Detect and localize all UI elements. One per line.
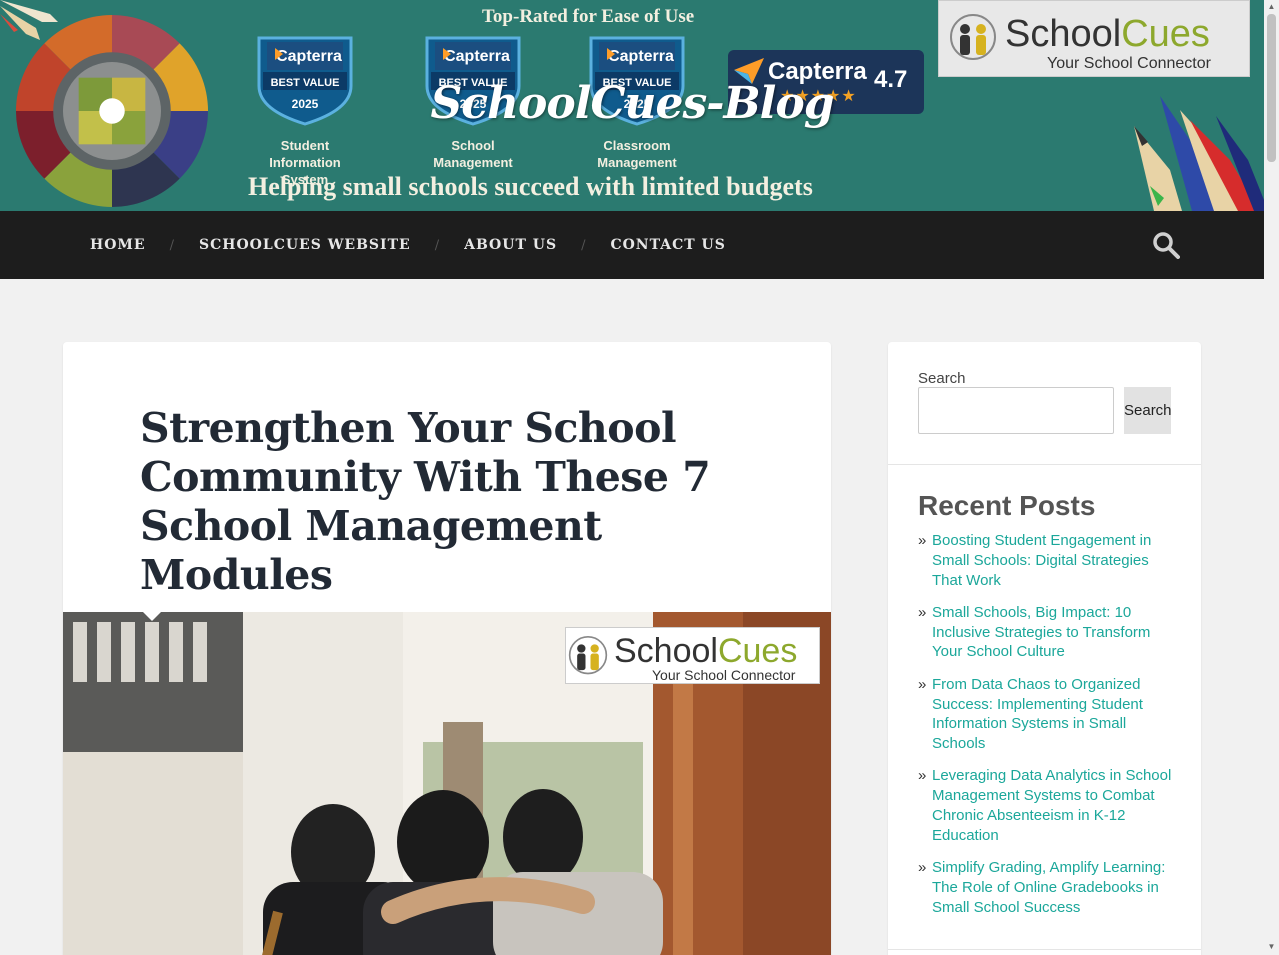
search-input[interactable] xyxy=(918,387,1114,434)
recent-post-link[interactable]: From Data Chaos to Organized Success: Im… xyxy=(918,675,1174,754)
recent-posts-heading: Recent Posts xyxy=(918,490,1096,521)
badge-brand: Capterra xyxy=(608,48,674,65)
article-card: Strengthen Your School Community With Th… xyxy=(63,342,831,955)
image-logo-brand: SchoolCues xyxy=(614,632,798,670)
article-featured-image[interactable]: SchoolCues Your School Connector xyxy=(63,612,831,955)
schoolcues-logo-icon xyxy=(950,14,996,60)
site-title[interactable]: SchoolCues-Blog xyxy=(0,78,1264,129)
nav-item-home[interactable]: HOME xyxy=(90,237,146,253)
recent-post-link[interactable]: Boosting Student Engagement in Small Sch… xyxy=(918,531,1174,590)
banner-tagline-bottom: Helping small schools succeed with limit… xyxy=(248,172,813,201)
search-icon[interactable] xyxy=(1152,231,1180,259)
schoolcues-logo-icon xyxy=(568,636,608,675)
sidebar-divider xyxy=(888,949,1201,950)
recent-post-link[interactable]: Small Schools, Big Impact: 10 Inclusive … xyxy=(918,603,1174,662)
scrollbar-thumb[interactable] xyxy=(1267,14,1276,162)
sidebar: Search Search Recent Posts Boosting Stud… xyxy=(888,342,1201,955)
badge-brand: Capterra xyxy=(276,48,342,65)
image-notch xyxy=(141,610,163,621)
logo-subtitle: Your School Connector xyxy=(1047,55,1211,72)
header-banner[interactable]: Top-Rated for Ease of Use Capterra BEST … xyxy=(0,0,1264,211)
badge-caption: Classroom Management xyxy=(597,138,677,170)
sidebar-divider xyxy=(888,464,1201,465)
nav-separator: / xyxy=(169,237,175,253)
banner-tagline-top: Top-Rated for Ease of Use xyxy=(482,6,695,27)
scroll-up-arrow-icon[interactable]: ▲ xyxy=(1267,2,1276,12)
logo-brand: SchoolCues xyxy=(1005,13,1210,55)
search-button[interactable]: Search xyxy=(1124,387,1172,434)
image-logo-subtitle: Your School Connector xyxy=(652,667,796,683)
badge-brand: Capterra xyxy=(444,48,510,65)
nav-separator: / xyxy=(581,237,587,253)
schoolcues-logo: SchoolCues Your School Connector xyxy=(938,0,1250,77)
search-label: Search xyxy=(918,370,966,387)
image-schoolcues-logo: SchoolCues Your School Connector xyxy=(565,627,820,684)
nav-item-contact-us[interactable]: CONTACT US xyxy=(610,237,725,253)
badge-caption: School Management xyxy=(433,138,513,170)
recent-post-link[interactable]: Leveraging Data Analytics in School Mana… xyxy=(918,766,1174,845)
recent-post-link[interactable]: Simplify Grading, Amplify Learning: The … xyxy=(918,858,1174,917)
article-title[interactable]: Strengthen Your School Community With Th… xyxy=(140,404,740,600)
recent-posts-list: Boosting Student Engagement in Small Sch… xyxy=(918,531,1174,930)
nav-item-about-us[interactable]: ABOUT US xyxy=(464,237,557,253)
scroll-down-arrow-icon[interactable]: ▼ xyxy=(1267,942,1276,952)
nav-item-schoolcues-website[interactable]: SCHOOLCUES WEBSITE xyxy=(199,237,411,253)
page-scrollbar[interactable]: ▲ ▼ xyxy=(1264,0,1279,955)
nav-separator: / xyxy=(434,237,441,253)
main-nav: HOME / SCHOOLCUES WEBSITE / ABOUT US / C… xyxy=(0,211,1264,279)
